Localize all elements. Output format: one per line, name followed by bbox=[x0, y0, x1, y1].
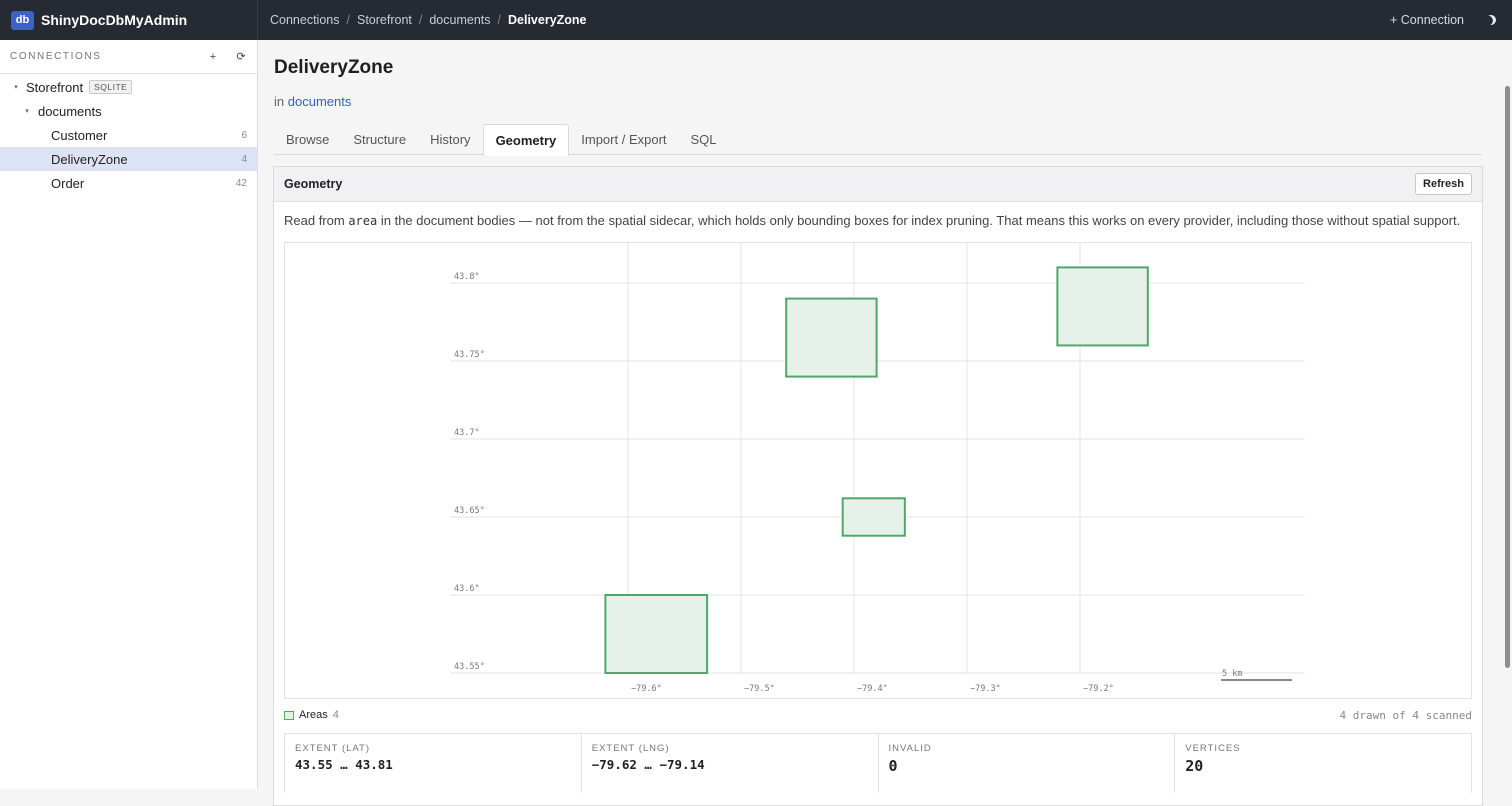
x-tick-label: −79.2° bbox=[1083, 684, 1114, 694]
tree-database-documents[interactable]: ▾ documents bbox=[0, 99, 257, 123]
stats-row: EXTENT (LAT) 43.55 … 43.81 EXTENT (LNG) … bbox=[284, 733, 1472, 793]
legend-count: 4 bbox=[332, 709, 339, 721]
note-code: area bbox=[348, 214, 378, 228]
caret-down-icon[interactable]: ▾ bbox=[21, 107, 33, 115]
app-logo: db bbox=[11, 10, 34, 30]
tree-collection-customer[interactable]: Customer 6 bbox=[0, 123, 257, 147]
main-scrollbar[interactable] bbox=[1505, 86, 1510, 668]
add-icon[interactable]: + bbox=[207, 51, 219, 63]
tab-bar: Browse Structure History Geometry Import… bbox=[274, 124, 1482, 156]
sqlite-badge: SQLITE bbox=[89, 80, 133, 94]
connections-heading: CONNECTIONS bbox=[10, 51, 102, 62]
delivery-area-polygon bbox=[785, 297, 878, 378]
stat-label: VERTICES bbox=[1185, 743, 1241, 754]
tab-structure[interactable]: Structure bbox=[341, 124, 418, 155]
x-tick-label: −79.4° bbox=[857, 684, 888, 694]
collection-location: in documents bbox=[274, 94, 351, 109]
caret-down-icon[interactable]: ▾ bbox=[10, 83, 22, 91]
geometry-map[interactable]: 43.8° 43.75° 43.7° 43.65° 43.6° 43.55° −79.6° −… bbox=[284, 242, 1472, 699]
database-link[interactable]: documents bbox=[288, 94, 352, 109]
collection-count: 42 bbox=[235, 177, 247, 189]
stat-label: INVALID bbox=[888, 743, 932, 754]
y-tick-label: 43.8° bbox=[454, 272, 480, 282]
breadcrumb-connections[interactable]: Connections bbox=[270, 13, 340, 27]
stat-value: 20 bbox=[1185, 757, 1204, 775]
breadcrumb-separator: / bbox=[497, 13, 501, 27]
y-tick-label: 43.75° bbox=[454, 350, 485, 360]
connection-name: Storefront bbox=[26, 79, 84, 95]
breadcrumb-separator: / bbox=[346, 13, 350, 27]
breadcrumb-current: DeliveryZone bbox=[508, 13, 587, 27]
breadcrumb: Connections / Storefront / documents / D… bbox=[270, 0, 587, 40]
x-tick-label: −79.5° bbox=[744, 684, 775, 694]
stat-value: 43.55 … 43.81 bbox=[295, 757, 393, 772]
delivery-area-polygon bbox=[604, 594, 709, 674]
app-title: ShinyDocDbMyAdmin bbox=[41, 12, 188, 28]
add-connection-button[interactable]: + Connection bbox=[1390, 13, 1464, 27]
legend: Areas 4 bbox=[284, 709, 339, 721]
delivery-area-polygon bbox=[1056, 266, 1149, 347]
panel-title: Geometry bbox=[284, 177, 343, 191]
stat-value: −79.62 … −79.14 bbox=[591, 757, 705, 772]
moon-icon[interactable] bbox=[1484, 13, 1498, 27]
geometry-note: Read from area in the document bodies — … bbox=[284, 213, 1460, 228]
x-tick-label: −79.3° bbox=[970, 684, 1001, 694]
stat-label: EXTENT (LAT) bbox=[295, 743, 370, 754]
note-text-before: Read from bbox=[284, 213, 345, 228]
y-tick-label: 43.6° bbox=[454, 584, 480, 594]
tab-import-export[interactable]: Import / Export bbox=[569, 124, 678, 155]
refresh-button[interactable]: Refresh bbox=[1415, 173, 1472, 195]
x-tick-label: −79.6° bbox=[631, 684, 662, 694]
legend-swatch bbox=[284, 710, 294, 720]
stat-vertices: VERTICES 20 bbox=[1175, 734, 1472, 793]
geometry-panel: Geometry Refresh Read from area in the d… bbox=[273, 166, 1483, 806]
collection-name: Order bbox=[51, 175, 85, 191]
main-content: DeliveryZone in documents Browse Structu… bbox=[259, 40, 1512, 806]
legend-label: Areas bbox=[299, 709, 328, 721]
panel-header: Geometry Refresh bbox=[274, 167, 1482, 202]
brand[interactable]: db ShinyDocDbMyAdmin bbox=[0, 0, 258, 40]
in-prefix: in bbox=[274, 94, 285, 109]
y-tick-label: 43.55° bbox=[454, 662, 485, 672]
stat-value: 0 bbox=[888, 757, 898, 775]
tree-collection-deliveryzone[interactable]: DeliveryZone 4 bbox=[0, 147, 257, 171]
collection-count: 6 bbox=[241, 129, 247, 141]
stat-invalid: INVALID 0 bbox=[879, 734, 1176, 793]
refresh-icon[interactable]: ⟳ bbox=[235, 51, 247, 63]
tree-connection-storefront[interactable]: ▾ Storefront SQLITE bbox=[0, 75, 257, 99]
scale-bar-label: 5 km bbox=[1222, 669, 1242, 679]
breadcrumb-separator: / bbox=[418, 13, 423, 27]
breadcrumb-storefront[interactable]: Storefront bbox=[357, 13, 412, 27]
stat-extent-lng: EXTENT (LNG) −79.62 … −79.14 bbox=[582, 734, 879, 793]
delivery-area-polygon bbox=[841, 497, 906, 537]
top-actions: + Connection bbox=[1390, 0, 1496, 40]
tab-geometry[interactable]: Geometry bbox=[482, 124, 570, 156]
page-title: DeliveryZone bbox=[274, 57, 394, 78]
tab-history[interactable]: History bbox=[418, 124, 482, 155]
y-tick-label: 43.65° bbox=[454, 506, 485, 516]
map-svg: 43.8° 43.75° 43.7° 43.65° 43.6° 43.55° −79.6° −… bbox=[450, 243, 1305, 694]
database-name: documents bbox=[38, 103, 102, 119]
stat-label: EXTENT (LNG) bbox=[591, 743, 670, 754]
collection-name: Customer bbox=[51, 127, 108, 143]
scanned-count: 4 drawn of 4 scanned bbox=[1339, 709, 1472, 722]
note-text-after: in the document bodies — not from the sp… bbox=[380, 213, 1461, 228]
tab-browse[interactable]: Browse bbox=[274, 124, 341, 155]
breadcrumb-documents[interactable]: documents bbox=[429, 13, 490, 27]
tree-collection-order[interactable]: Order 42 bbox=[0, 171, 257, 195]
sidebar-header: CONNECTIONS + ⟳ bbox=[0, 40, 257, 74]
top-bar: db ShinyDocDbMyAdmin Connections / Store… bbox=[0, 0, 1512, 40]
y-tick-label: 43.7° bbox=[454, 428, 480, 438]
tab-sql[interactable]: SQL bbox=[679, 124, 729, 155]
collection-name: DeliveryZone bbox=[51, 151, 128, 167]
collection-count: 4 bbox=[241, 153, 247, 165]
stat-extent-lat: EXTENT (LAT) 43.55 … 43.81 bbox=[284, 734, 582, 793]
sidebar: CONNECTIONS + ⟳ ▾ Storefront SQLITE ▾ do… bbox=[0, 40, 258, 789]
